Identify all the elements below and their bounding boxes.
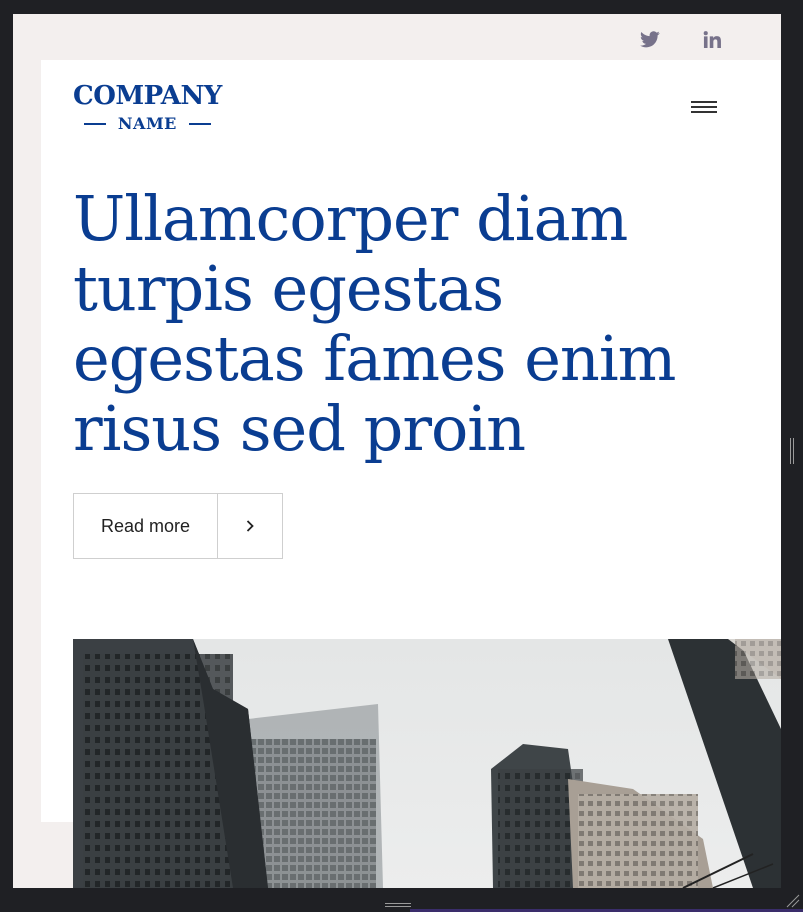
hamburger-menu-icon[interactable]: [691, 101, 717, 115]
read-more-label: Read more: [74, 494, 218, 558]
window-top-bar: [0, 0, 803, 14]
chevron-right-icon: [218, 494, 282, 558]
company-logo[interactable]: COMPANY NAME: [73, 82, 222, 133]
logo-company-text: COMPANY: [73, 81, 222, 111]
logo-name-text: NAME: [117, 114, 177, 133]
logo-name-row: NAME: [73, 114, 222, 133]
logo-dash-left: [83, 122, 106, 125]
vertical-resize-handle[interactable]: [789, 438, 795, 464]
linkedin-icon[interactable]: [701, 28, 723, 50]
twitter-icon[interactable]: [639, 28, 661, 50]
city-buildings-photo: [73, 639, 781, 888]
corner-resize-icon[interactable]: [784, 892, 800, 908]
page-viewport: COMPANY NAME Ullamcorper diam turpis ege…: [13, 14, 781, 888]
read-more-button[interactable]: Read more: [73, 493, 283, 559]
window-left-border: [0, 14, 13, 912]
hero-headline: Ullamcorper diam turpis egestas egestas …: [73, 182, 676, 465]
social-links: [639, 28, 723, 50]
horizontal-resize-handle[interactable]: [385, 895, 411, 907]
logo-dash-right: [188, 122, 211, 125]
